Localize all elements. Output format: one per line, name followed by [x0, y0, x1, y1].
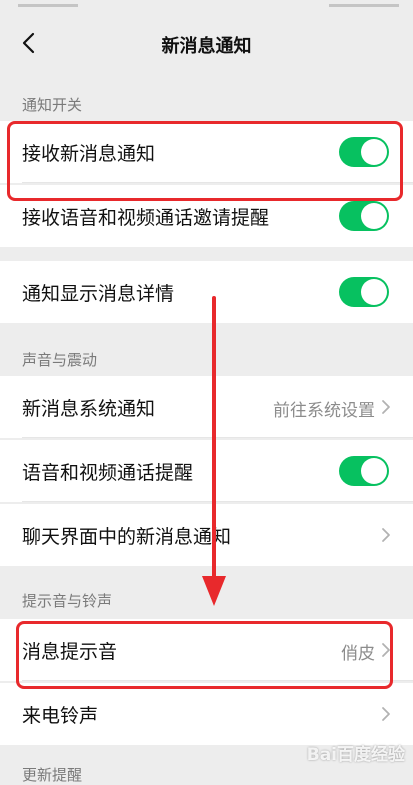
row-chat-notify[interactable]: 聊天界面中的新消息通知 — [0, 504, 413, 566]
row-value: 俏皮 — [341, 644, 375, 664]
section-header-sound: 声音与震动 — [22, 351, 98, 369]
row-label: 聊天界面中的新消息通知 — [22, 526, 232, 548]
row-show-details[interactable]: 通知显示消息详情 — [0, 261, 413, 323]
chevron-right-icon — [382, 707, 390, 721]
row-label: 接收语音和视频通话邀请提醒 — [22, 207, 270, 229]
row-value: 前往系统设置 — [273, 401, 375, 421]
row-label: 接收新消息通知 — [22, 143, 156, 165]
section-header-notify: 通知开关 — [22, 96, 83, 114]
chevron-right-icon — [382, 643, 390, 657]
row-label: 语音和视频通话提醒 — [22, 462, 194, 484]
row-voice-video-invite[interactable]: 接收语音和视频通话邀请提醒 — [0, 185, 413, 247]
receive-new-toggle[interactable] — [339, 137, 389, 167]
toggle-knob — [361, 139, 387, 165]
row-label: 来电铃声 — [22, 705, 99, 727]
row-receive-new[interactable]: 接收新消息通知 — [0, 121, 413, 183]
toggle-knob — [361, 279, 387, 305]
toggle-knob — [361, 203, 387, 229]
chevron-right-icon — [382, 400, 390, 414]
show-details-toggle[interactable] — [339, 277, 389, 307]
row-label: 新消息系统通知 — [22, 398, 156, 420]
status-bar — [0, 0, 413, 12]
row-label: 消息提示音 — [22, 641, 118, 663]
row-ringtone[interactable]: 来电铃声 — [0, 683, 413, 745]
section-header-update: 更新提醒 — [22, 766, 83, 784]
page-title: 新消息通知 — [161, 36, 252, 57]
row-voice-video-alert[interactable]: 语音和视频通话提醒 — [0, 440, 413, 502]
row-message-tone[interactable]: 消息提示音 俏皮 — [0, 619, 413, 681]
battery-icon — [329, 0, 399, 7]
nav-bar: 新消息通知 — [0, 12, 413, 74]
toggle-knob — [361, 458, 387, 484]
chevron-right-icon — [382, 528, 390, 542]
section-header-tone: 提示音与铃声 — [22, 592, 113, 610]
voice-video-alert-toggle[interactable] — [339, 456, 389, 486]
signal-icon — [18, 0, 78, 7]
row-label: 通知显示消息详情 — [22, 283, 175, 305]
voice-video-invite-toggle[interactable] — [339, 201, 389, 231]
row-system-notify[interactable]: 新消息系统通知 前往系统设置 — [0, 376, 413, 438]
watermark: Bai百度经验 — [306, 745, 405, 765]
